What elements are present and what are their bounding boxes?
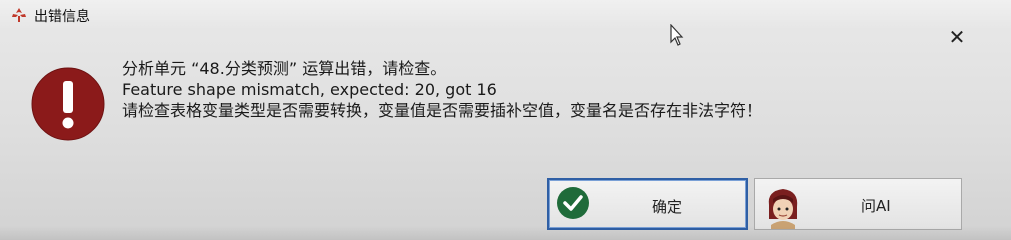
ok-button[interactable]: 确定 — [547, 178, 748, 230]
message-line-3: 请检查表格变量类型是否需要转换，变量值是否需要插补空值，变量名是否存在非法字符！ — [122, 101, 763, 120]
checkmark-icon — [557, 187, 589, 219]
message-line-1: 分析单元 “48.分类预测” 运算出错，请检查。 — [122, 59, 447, 78]
ask-ai-button[interactable]: 问AI — [754, 178, 962, 230]
close-icon: ✕ — [948, 25, 966, 49]
ask-ai-button-label: 问AI — [861, 197, 891, 215]
window-title: 出错信息 — [34, 9, 90, 25]
error-message: 分析单元 “48.分类预测” 运算出错，请检查。 Feature shape m… — [122, 58, 922, 121]
mouse-cursor-icon — [670, 24, 684, 46]
app-logo-icon — [12, 8, 26, 22]
title-bar: 出错信息 — [0, 0, 1011, 30]
error-exclamation-icon — [31, 67, 105, 141]
assistant-avatar-icon — [768, 189, 798, 229]
error-dialog: 出错信息 ✕ 分析单元 “48.分类预测” 运算出错，请检查。 Feature … — [0, 0, 1011, 240]
ok-button-label: 确定 — [652, 198, 683, 216]
message-line-2: Feature shape mismatch, expected: 20, go… — [122, 80, 497, 99]
close-button[interactable]: ✕ — [942, 26, 972, 50]
